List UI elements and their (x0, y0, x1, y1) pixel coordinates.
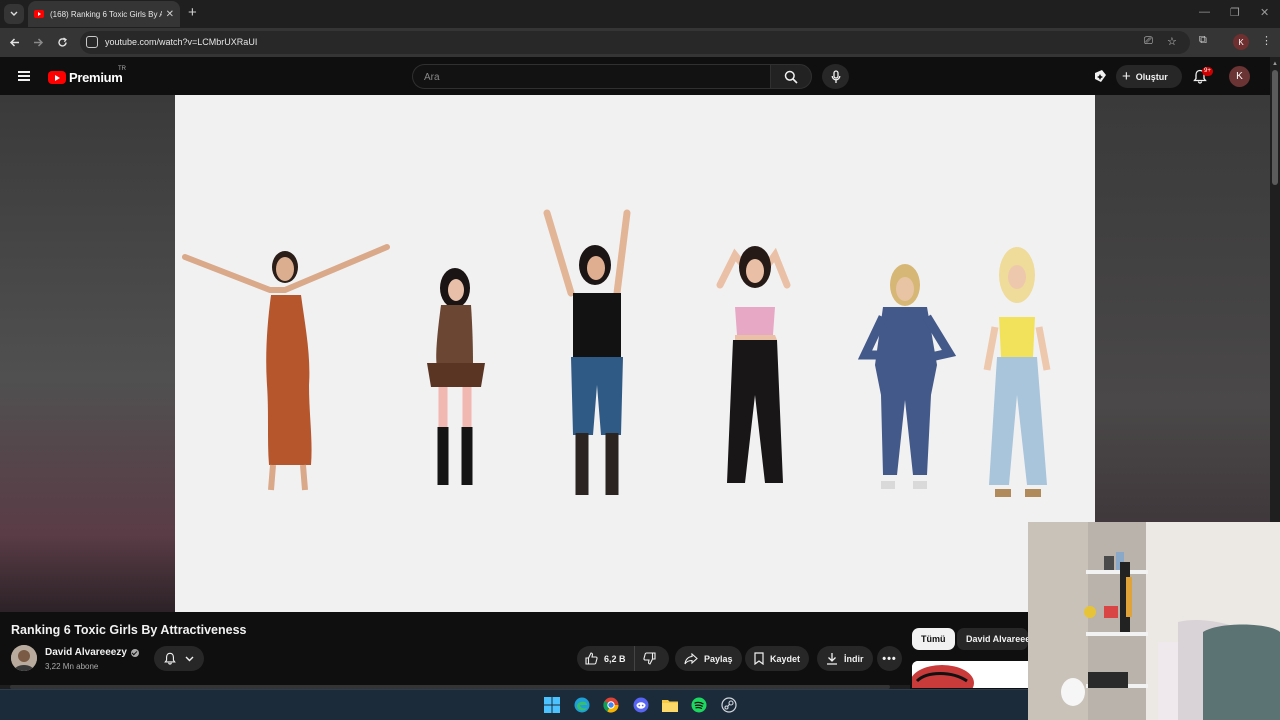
browser-profile-avatar[interactable]: K (1233, 34, 1249, 50)
share-label: Paylaş (704, 653, 733, 664)
more-actions-button[interactable]: ••• (877, 646, 902, 671)
download-icon (827, 653, 837, 665)
create-label: Oluştur (1135, 71, 1168, 82)
window-close-icon[interactable]: ✕ (1260, 6, 1269, 19)
address-bar[interactable]: youtube.com/watch?v=LCMbrUXRaUI ⎚ ☆ (80, 31, 1190, 54)
discord-icon[interactable] (632, 696, 650, 714)
browser-tab-bar: (168) Ranking 6 Toxic Girls By Attractiv… (0, 0, 1280, 28)
video-frame[interactable] (175, 95, 1095, 612)
channel-avatar-image (11, 645, 37, 671)
new-tab-icon[interactable]: + (188, 5, 197, 21)
save-button[interactable]: Kaydet (745, 646, 810, 671)
create-button[interactable]: + Oluştur (1116, 65, 1182, 88)
bookmark-icon (754, 652, 764, 665)
sparkle-create-icon[interactable] (1093, 69, 1108, 83)
file-explorer-icon[interactable] (661, 696, 679, 714)
webcam-overlay (1028, 522, 1280, 720)
chip-all[interactable]: Tümü (912, 628, 955, 650)
search-icon (784, 70, 798, 84)
thumbs-down-icon (642, 652, 656, 665)
menu-hamburger-icon[interactable] (18, 71, 30, 81)
chip-channel[interactable]: David Alvareeezy (957, 628, 1028, 650)
bookmark-star-icon[interactable]: ☆ (1167, 35, 1177, 48)
edge-icon[interactable] (573, 696, 591, 714)
recommended-video-thumbnail[interactable] (912, 661, 1028, 688)
restore-icon[interactable]: ❐ (1230, 6, 1240, 19)
channel-name[interactable]: David Alvareeezy (45, 647, 127, 658)
microphone-icon (831, 69, 840, 83)
like-button[interactable]: 6,2 B (577, 646, 635, 671)
save-label: Kaydet (770, 653, 801, 664)
logo-text: Premium (69, 70, 123, 85)
like-dislike-group: 6,2 B (577, 646, 669, 671)
youtube-favicon-icon (34, 10, 44, 18)
back-arrow-icon[interactable] (9, 37, 20, 48)
like-count: 6,2 B (604, 653, 626, 664)
chrome-icon[interactable] (602, 696, 620, 714)
youtube-premium-logo[interactable]: Premium TR (48, 66, 126, 85)
person-figure (427, 268, 485, 485)
search-button[interactable] (770, 64, 812, 89)
youtube-play-icon (48, 71, 66, 84)
windows-start-icon[interactable] (543, 696, 561, 714)
notification-badge: 9+ (1202, 67, 1213, 76)
download-label: İndir (844, 653, 864, 664)
channel-name-row[interactable]: David Alvareeezy (45, 647, 139, 658)
voice-search-button[interactable] (822, 64, 849, 89)
chevron-down-icon (185, 656, 194, 661)
scroll-up-icon[interactable]: ▲ (1272, 61, 1278, 67)
share-button[interactable]: Paylaş (675, 646, 742, 671)
subscriber-count: 3,22 Mn abone (45, 662, 99, 671)
download-button[interactable]: İndir (817, 646, 873, 671)
subscription-notification-button[interactable] (154, 646, 204, 671)
bell-icon (164, 652, 177, 665)
extensions-icon[interactable]: ⧉ (1199, 34, 1207, 47)
video-scene-people (182, 209, 1051, 497)
verified-badge-icon (130, 648, 139, 657)
webcam-room-image (1028, 522, 1280, 720)
chevron-down-icon (10, 11, 18, 16)
tab-close-icon[interactable]: ✕ (166, 9, 174, 20)
reload-icon[interactable] (57, 37, 68, 48)
plus-icon: + (1122, 67, 1131, 85)
person-figure (857, 264, 957, 489)
spotify-icon[interactable] (690, 696, 708, 714)
browser-toolbar: youtube.com/watch?v=LCMbrUXRaUI ⎚ ☆ ⧉ ⋮ (0, 28, 1280, 57)
person-figure (716, 246, 791, 483)
install-app-icon[interactable]: ⎚ (1144, 35, 1153, 48)
search-placeholder: Ara (424, 72, 440, 83)
browser-tab-active[interactable]: (168) Ranking 6 Toxic Girls By Attractiv… (28, 1, 180, 27)
tab-search-button[interactable] (4, 4, 24, 24)
country-code: TR (118, 66, 126, 72)
youtube-header: Premium TR Ara + Oluştur 9+ K (0, 57, 1270, 95)
person-figure (983, 247, 1051, 497)
person-figure (182, 244, 390, 491)
video-title: Ranking 6 Toxic Girls By Attractiveness (11, 623, 247, 637)
more-horizontal-icon: ••• (882, 652, 897, 665)
search-input[interactable]: Ara (412, 64, 770, 89)
thumbnail-image (912, 661, 1028, 688)
browser-menu-icon[interactable]: ⋮ (1261, 34, 1272, 47)
thumbs-up-icon (585, 652, 598, 665)
url-text[interactable]: youtube.com/watch?v=LCMbrUXRaUI (105, 37, 257, 47)
tab-title: (168) Ranking 6 Toxic Girls By Attractiv… (50, 9, 162, 19)
dislike-button[interactable] (635, 646, 669, 671)
share-arrow-icon (684, 652, 698, 664)
forward-arrow-icon[interactable] (33, 37, 44, 48)
site-info-icon[interactable] (86, 36, 98, 48)
ambient-glow-left (0, 95, 175, 612)
person-figure (543, 209, 631, 495)
account-avatar[interactable]: K (1229, 66, 1250, 87)
scrollbar-thumb[interactable] (1272, 70, 1278, 185)
minimize-icon[interactable]: — (1199, 6, 1210, 18)
steam-icon[interactable] (720, 696, 738, 714)
channel-avatar[interactable] (11, 645, 37, 671)
